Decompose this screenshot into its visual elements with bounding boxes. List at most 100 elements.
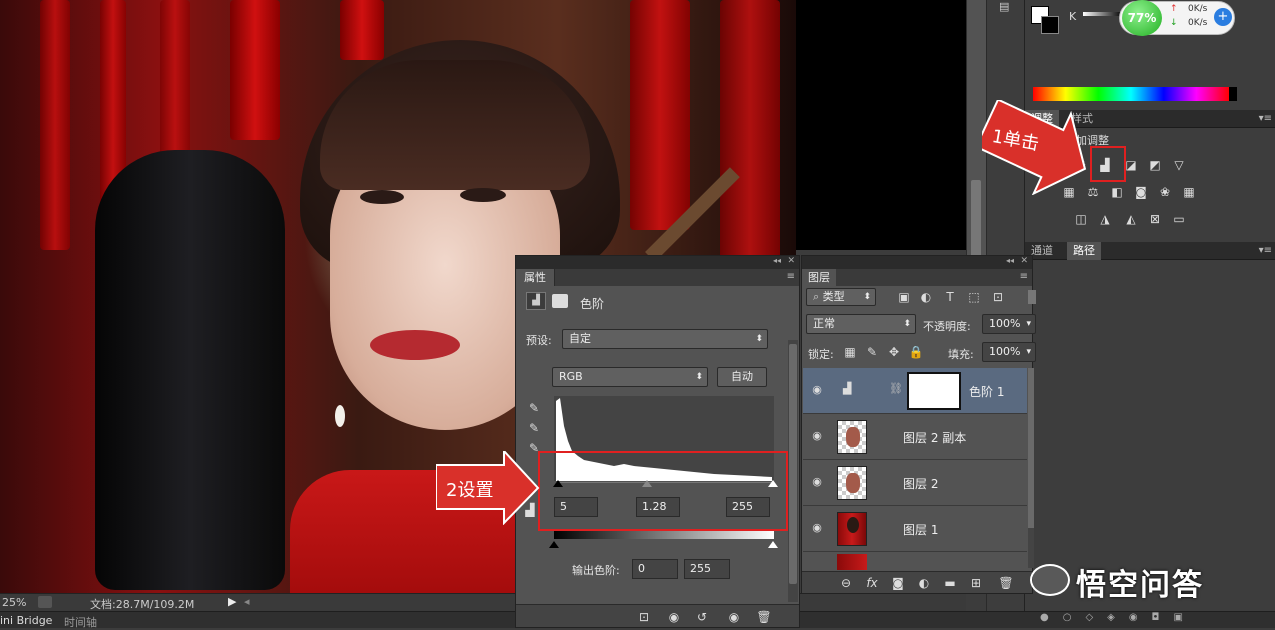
layer-row-partial[interactable] bbox=[803, 552, 1027, 570]
zoom-level[interactable]: 25% bbox=[2, 596, 26, 609]
dropdown-arrow-icon: ▾ bbox=[1026, 347, 1031, 357]
fill-field[interactable]: 100% ▾ bbox=[982, 342, 1036, 362]
mask-icon[interactable] bbox=[552, 294, 568, 308]
layer-mask-thumbnail[interactable] bbox=[907, 372, 961, 410]
collapse-icon[interactable]: ◂◂ bbox=[773, 256, 781, 265]
preset-label: 预设: bbox=[526, 334, 552, 347]
pixel-filter-icon[interactable]: ▣ bbox=[896, 289, 912, 305]
tab-layers[interactable]: 图层 bbox=[802, 269, 836, 286]
auto-button[interactable]: 自动 bbox=[717, 367, 767, 387]
vibrance-icon[interactable]: ▽ bbox=[1171, 157, 1187, 173]
opacity-field[interactable]: 100% ▾ bbox=[982, 314, 1036, 334]
net-monitor-widget[interactable]: 77% ↑ 0K/s ↓ 0K/s + bbox=[1119, 0, 1235, 36]
eye-icon[interactable]: ◉ bbox=[808, 383, 826, 396]
panel-menu-icon[interactable]: ≡ bbox=[1020, 271, 1028, 282]
eye-icon[interactable]: ◉ bbox=[808, 521, 826, 534]
channel-mixer-icon[interactable]: ❀ bbox=[1157, 184, 1173, 200]
black-white-icon[interactable]: ◧ bbox=[1109, 184, 1125, 200]
type-filter-icon[interactable]: T bbox=[942, 289, 958, 305]
lock-all-icon[interactable]: 🔒 bbox=[908, 344, 924, 360]
status-menu-arrow-icon[interactable]: ▶ bbox=[228, 595, 236, 608]
paths-panel-header: 通道 路径 ▾≡ bbox=[1025, 242, 1275, 260]
tab-mini-bridge[interactable]: ini Bridge bbox=[0, 614, 52, 627]
close-icon[interactable]: ✕ bbox=[787, 256, 795, 266]
preset-dropdown[interactable]: 自定 ⬍ bbox=[562, 329, 768, 349]
layer-row[interactable]: ◉ 图层 2 bbox=[803, 460, 1027, 506]
layers-titlebar[interactable]: ◂◂ ✕ bbox=[802, 256, 1032, 269]
panel-menu-icon[interactable]: ▾≡ bbox=[1259, 245, 1272, 256]
eye-icon[interactable]: ◉ bbox=[808, 429, 826, 442]
output-white-field[interactable]: 255 bbox=[684, 559, 730, 579]
shape-filter-icon[interactable]: ⬚ bbox=[966, 289, 982, 305]
tab-properties[interactable]: 属性 bbox=[516, 269, 555, 286]
scroll-thumb[interactable] bbox=[1028, 368, 1034, 528]
tab-paths[interactable]: 路径 bbox=[1067, 242, 1101, 260]
link-icon[interactable]: ⛓ bbox=[889, 382, 903, 395]
levels-adjustment-icon[interactable]: ▟ bbox=[526, 292, 546, 310]
channel-dropdown[interactable]: RGB ⬍ bbox=[552, 367, 708, 387]
paths-footer-icons[interactable]: ●○◇◈◉◘▣ bbox=[1040, 612, 1270, 626]
layer-row[interactable]: ◉ 图层 1 bbox=[803, 506, 1027, 552]
bangs bbox=[320, 60, 590, 190]
eye-icon[interactable]: ◉ bbox=[808, 475, 826, 488]
layers-scrollbar[interactable] bbox=[1028, 368, 1034, 568]
layer-filter-dropdown[interactable]: ⌕ 类型 ⬍ bbox=[806, 288, 876, 306]
panel-menu-icon[interactable]: ▾≡ bbox=[1259, 113, 1272, 124]
delete-icon[interactable]: 🗑 bbox=[756, 609, 772, 625]
tassel-decoration bbox=[40, 0, 70, 250]
threshold-icon[interactable]: ◭ bbox=[1123, 211, 1139, 227]
properties-scrollbar[interactable] bbox=[788, 340, 798, 602]
add-icon[interactable]: + bbox=[1214, 8, 1232, 26]
color-lookup-icon[interactable]: ▦ bbox=[1181, 184, 1197, 200]
hscroll-left-icon[interactable]: ◂ bbox=[244, 595, 250, 608]
exposure-icon[interactable]: ◩ bbox=[1147, 157, 1163, 173]
gradient-map-icon[interactable]: ▭ bbox=[1171, 211, 1187, 227]
lock-transparent-icon[interactable]: ▦ bbox=[842, 344, 858, 360]
smart-object-filter-icon[interactable]: ⊡ bbox=[990, 289, 1006, 305]
photo-filter-icon[interactable]: ◙ bbox=[1133, 184, 1149, 200]
new-layer-icon[interactable]: ⊞ bbox=[968, 575, 984, 591]
selective-color-icon[interactable]: ⊠ bbox=[1147, 211, 1163, 227]
fx-icon[interactable]: fx bbox=[864, 575, 880, 591]
posterize-icon[interactable]: ◮ bbox=[1097, 211, 1113, 227]
k-slider-track[interactable] bbox=[1083, 12, 1123, 16]
panel-menu-icon[interactable]: ≡ bbox=[787, 271, 795, 282]
invert-icon[interactable]: ◫ bbox=[1073, 211, 1089, 227]
new-adjustment-icon[interactable]: ◐ bbox=[916, 575, 932, 591]
properties-tabbar bbox=[516, 269, 799, 286]
add-mask-icon[interactable]: ◙ bbox=[890, 575, 906, 591]
new-group-icon[interactable]: ▬ bbox=[942, 575, 958, 591]
adjustment-filter-icon[interactable]: ◐ bbox=[918, 289, 934, 305]
blend-mode-dropdown[interactable]: 正常 ⬍ bbox=[806, 314, 916, 334]
black-eyedropper-icon[interactable]: ✎ bbox=[526, 400, 542, 416]
background-color-swatch[interactable] bbox=[1041, 16, 1059, 34]
link-layers-icon[interactable]: ⊖ bbox=[838, 575, 854, 591]
clip-icon[interactable]: ⊡ bbox=[636, 609, 652, 625]
output-black-field[interactable]: 0 bbox=[632, 559, 678, 579]
layer-row[interactable]: ◉ 图层 2 副本 bbox=[803, 414, 1027, 460]
scroll-thumb[interactable] bbox=[789, 344, 797, 584]
updown-arrow-icon: ⬍ bbox=[755, 334, 763, 344]
collapse-icon[interactable]: ◂◂ bbox=[1006, 256, 1014, 265]
delete-layer-icon[interactable]: 🗑 bbox=[998, 575, 1014, 591]
spectrum-black[interactable] bbox=[1229, 87, 1237, 101]
reset-icon[interactable]: ↺ bbox=[694, 609, 710, 625]
preset-value: 自定 bbox=[569, 332, 591, 345]
close-icon[interactable]: ✕ bbox=[1020, 256, 1028, 266]
zoom-toggle-icon[interactable] bbox=[38, 596, 52, 608]
filter-toggle[interactable] bbox=[1028, 290, 1036, 304]
output-white-slider[interactable] bbox=[768, 541, 778, 548]
lock-position-icon[interactable]: ✥ bbox=[886, 344, 902, 360]
lock-image-icon[interactable]: ✎ bbox=[864, 344, 880, 360]
layer-row[interactable]: ◉ ▟ ⛓ 色阶 1 bbox=[803, 368, 1027, 414]
layer-name: 图层 1 bbox=[903, 523, 939, 537]
view-previous-icon[interactable]: ◉ bbox=[666, 609, 682, 625]
gray-eyedropper-icon[interactable]: ✎ bbox=[526, 420, 542, 436]
watermark-logo bbox=[1030, 564, 1070, 596]
search-icon: ⌕ bbox=[813, 290, 823, 303]
history-icon[interactable]: ▤ bbox=[999, 0, 1015, 14]
properties-titlebar[interactable]: ◂◂ ✕ bbox=[516, 256, 799, 269]
visibility-icon[interactable]: ◉ bbox=[726, 609, 742, 625]
color-spectrum-bar[interactable] bbox=[1033, 87, 1229, 101]
output-black-slider[interactable] bbox=[549, 541, 559, 548]
